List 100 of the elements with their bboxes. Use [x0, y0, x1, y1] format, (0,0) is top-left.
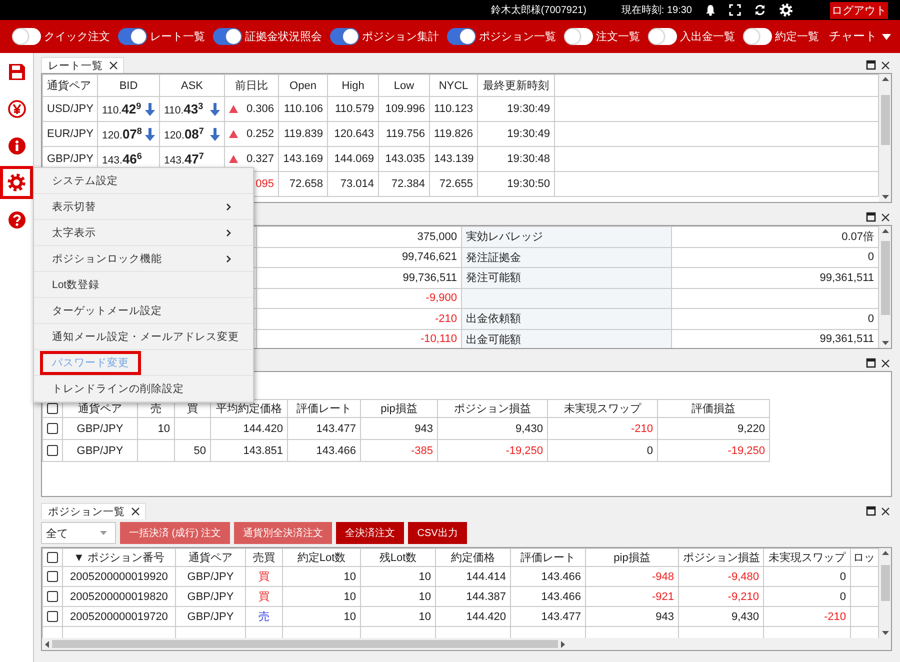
menu-item[interactable]: ターゲットメール設定: [34, 298, 253, 324]
table-cell: 9,430: [678, 606, 764, 626]
bid-price: 120.07$^{8}$: [102, 126, 142, 142]
table-cell: 143.169: [278, 146, 328, 172]
toggle-switch[interactable]: [213, 28, 242, 45]
table-cell: 買: [246, 566, 282, 586]
maximize-icon[interactable]: [866, 60, 876, 70]
action-button[interactable]: 全決済注文: [336, 522, 404, 544]
table-cell: 110.579: [328, 96, 378, 122]
chart-menu[interactable]: チャート: [829, 28, 891, 45]
table-cell: USD/JPY: [42, 96, 98, 122]
checkbox[interactable]: [47, 552, 58, 564]
table-cell: 943: [586, 606, 678, 626]
menu-item[interactable]: システム設定: [34, 168, 253, 194]
checkbox[interactable]: [47, 591, 58, 602]
help-icon[interactable]: [8, 210, 26, 228]
menu-item[interactable]: Lot数登録: [34, 272, 253, 298]
column-header: 残Lot数: [360, 548, 436, 566]
toggle-label: レート一覧: [150, 30, 205, 44]
column-header: pip損益: [360, 400, 438, 418]
maximize-icon[interactable]: [866, 358, 876, 368]
filter-dropdown[interactable]: 全て: [41, 522, 116, 544]
toggle-switch[interactable]: [118, 28, 147, 45]
table-cell: 73.014: [328, 172, 378, 196]
menu-item[interactable]: 表示切替: [34, 194, 253, 220]
maximize-icon[interactable]: [866, 506, 876, 516]
panel-tab[interactable]: レート一覧: [41, 57, 124, 73]
maximize-icon[interactable]: [866, 212, 876, 222]
scroll-left-icon[interactable]: [45, 640, 49, 648]
scroll-down-icon[interactable]: [882, 631, 888, 635]
info-icon[interactable]: [8, 136, 26, 154]
vertical-scrollbar[interactable]: [879, 226, 891, 348]
close-icon[interactable]: [881, 60, 890, 70]
checkbox[interactable]: [47, 403, 58, 414]
scroll-down-icon[interactable]: [882, 341, 888, 345]
table-cell: 143.466: [510, 566, 586, 586]
ask-price: 143.47$^{7}$: [164, 151, 204, 167]
table-cell: -9,900: [256, 288, 462, 308]
menu-item[interactable]: 通知メール設定・メールアドレス変更: [34, 324, 253, 350]
table-cell: 144.387: [436, 586, 510, 606]
close-icon[interactable]: [131, 507, 140, 516]
vertical-scrollbar[interactable]: [879, 548, 891, 638]
caret-icon[interactable]: [100, 531, 107, 535]
toggle-switch[interactable]: [330, 28, 359, 45]
action-button[interactable]: CSV出力: [408, 522, 467, 544]
close-icon[interactable]: [109, 61, 118, 70]
toggle-switch[interactable]: [564, 28, 593, 45]
column-header: ポジション損益: [678, 548, 764, 566]
table-cell: -210: [548, 418, 658, 440]
scroll-up-icon[interactable]: [882, 229, 888, 233]
table-cell: GBP/JPY: [62, 440, 138, 462]
scroll-up-icon[interactable]: [882, 77, 888, 81]
toggle-switch[interactable]: [447, 28, 476, 45]
scroll-right-icon[interactable]: [560, 640, 565, 648]
table-cell: GBP/JPY: [176, 606, 246, 626]
menu-item[interactable]: ポジションロック機能: [34, 246, 253, 272]
menu-item[interactable]: 太字表示: [34, 220, 253, 246]
table-cell: 144.069: [328, 146, 378, 172]
toggle-label: 約定一覧: [775, 30, 819, 44]
yen-coin-icon[interactable]: [8, 100, 26, 118]
table-cell: -948: [586, 566, 678, 586]
table-cell: 0: [764, 586, 850, 606]
scroll-down-icon[interactable]: [882, 195, 888, 199]
close-icon[interactable]: [881, 212, 890, 222]
toggle-switch[interactable]: [648, 28, 677, 45]
table-cell: 72.655: [430, 172, 478, 196]
vertical-scrollbar[interactable]: [879, 74, 891, 202]
menu-item[interactable]: トレンドラインの削除設定: [34, 376, 253, 402]
chevron-right-icon[interactable]: [226, 202, 231, 210]
sidebar-button[interactable]: [0, 166, 33, 199]
close-icon[interactable]: [881, 358, 890, 368]
checkbox[interactable]: [47, 445, 58, 456]
table-cell: 99,736,511: [256, 268, 462, 288]
checkbox[interactable]: [47, 423, 58, 434]
panel-tab[interactable]: ポジション一覧: [41, 503, 146, 519]
chevron-right-icon[interactable]: [226, 254, 231, 262]
bell-icon[interactable]: [705, 4, 716, 16]
checkbox[interactable]: [47, 571, 58, 582]
toggle-switch[interactable]: [743, 28, 772, 45]
table-cell: 375,000: [256, 226, 462, 247]
scroll-up-icon[interactable]: [882, 551, 888, 555]
close-icon[interactable]: [881, 506, 890, 516]
column-header: Open: [278, 74, 328, 96]
refresh-icon[interactable]: [754, 4, 766, 16]
row-label: 発注証拠金: [462, 247, 672, 268]
fullscreen-icon[interactable]: [729, 4, 741, 16]
column-header: 未実現スワップ: [764, 548, 850, 566]
caret-icon[interactable]: [882, 34, 891, 40]
change-value: 095: [256, 178, 274, 190]
toggle-switch[interactable]: [12, 28, 41, 45]
table-cell: 19:30:49: [478, 122, 554, 146]
table-cell: GBP/JPY: [62, 418, 138, 440]
chevron-right-icon[interactable]: [226, 228, 231, 236]
horizontal-scrollbar[interactable]: [42, 638, 891, 650]
table-cell: -210: [764, 606, 850, 626]
change-value: 0.327: [246, 153, 274, 165]
logout-button[interactable]: ログアウト: [830, 2, 888, 18]
column-header: 評価損益: [658, 400, 770, 418]
table-cell: 0: [764, 566, 850, 586]
checkbox[interactable]: [47, 611, 58, 622]
